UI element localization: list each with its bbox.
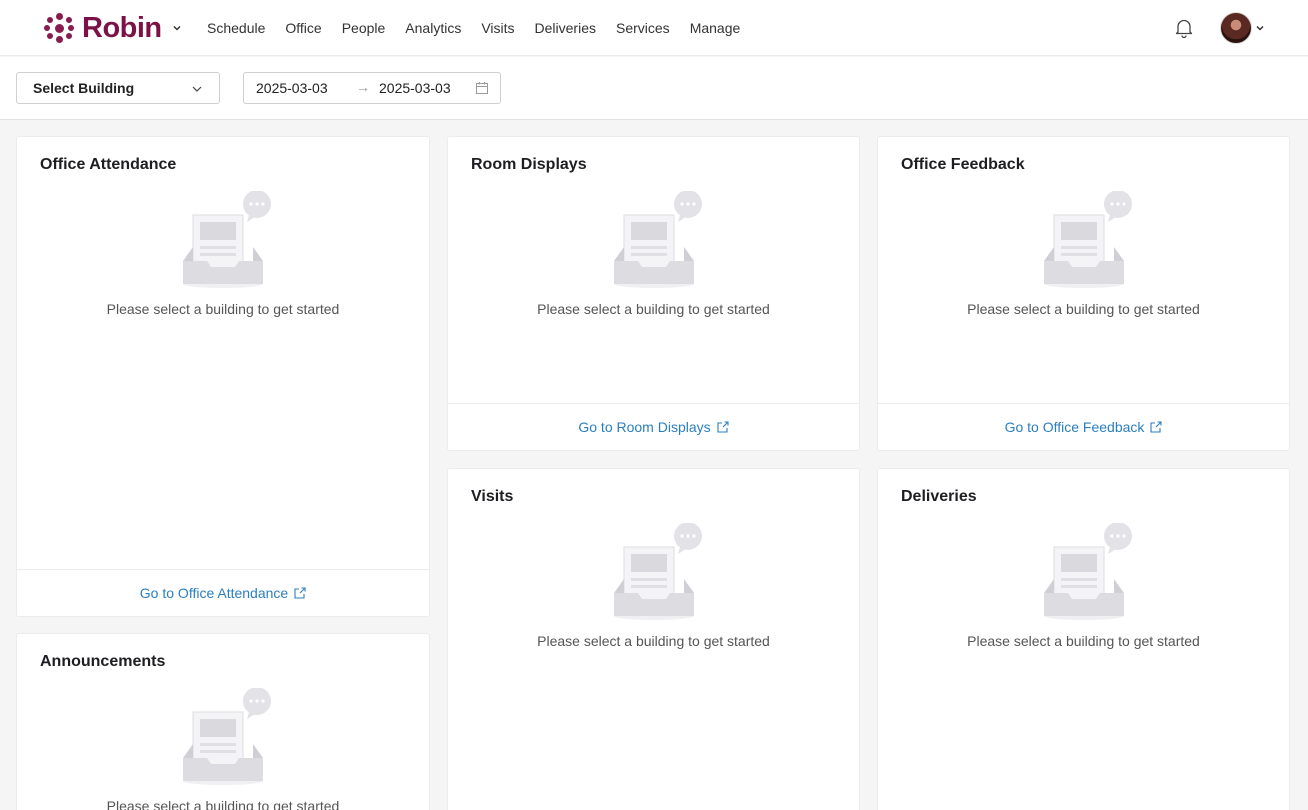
empty-state: Please select a building to get started: [878, 523, 1289, 649]
external-link-icon: [717, 420, 729, 433]
notification-bell-icon[interactable]: [1173, 17, 1195, 39]
empty-message: Please select a building to get started: [537, 301, 770, 317]
card-title: Office Attendance: [40, 156, 177, 173]
empty-inbox-icon: [1043, 191, 1132, 288]
date-start[interactable]: 2025-03-03: [256, 80, 328, 96]
date-range-arrow: →: [356, 79, 370, 95]
empty-inbox-icon: [1043, 523, 1132, 620]
go-to-office-attendance-link[interactable]: Go to Office Attendance: [17, 569, 429, 616]
brand-name: Robin: [82, 12, 162, 44]
empty-message: Please select a building to get started: [967, 301, 1200, 317]
card-title: Deliveries: [901, 488, 977, 505]
empty-message: Please select a building to get started: [537, 633, 770, 649]
calendar-icon[interactable]: [475, 81, 489, 95]
nav-visits[interactable]: Visits: [481, 20, 514, 36]
chevron-down-icon[interactable]: [1255, 23, 1265, 33]
nav-schedule[interactable]: Schedule: [207, 20, 265, 36]
building-select-label: Select Building: [33, 80, 135, 96]
nav-manage[interactable]: Manage: [690, 20, 741, 36]
footer-link-label: Go to Office Attendance: [139, 585, 289, 601]
date-range-picker[interactable]: 2025-03-03 → 2025-03-03: [243, 72, 501, 104]
card-title: Office Feedback: [901, 156, 1025, 173]
empty-inbox-icon: [613, 191, 702, 288]
chevron-down-icon: [173, 25, 181, 31]
user-avatar[interactable]: [1220, 12, 1252, 44]
empty-message: Please select a building to get started: [967, 633, 1200, 649]
footer-link-label: Go to Office Feedback: [1004, 419, 1145, 435]
building-select[interactable]: Select Building: [16, 72, 220, 104]
filter-bar: Select Building 2025-03-03 → 2025-03-03: [0, 57, 1308, 120]
card-title: Room Displays: [471, 156, 587, 173]
external-link-icon: [1150, 420, 1162, 433]
chevron-down-icon: [192, 86, 202, 92]
empty-state: Please select a building to get started: [17, 688, 429, 810]
empty-inbox-icon: [183, 688, 271, 785]
room-displays-card: Room Displays Please select a building t…: [447, 136, 860, 451]
card-title: Visits: [471, 488, 514, 505]
top-nav: Robin Schedule Office People Analytics V…: [0, 0, 1308, 56]
go-to-office-feedback-link[interactable]: Go to Office Feedback: [878, 403, 1289, 450]
robin-logo-icon: [44, 13, 74, 43]
nav-services[interactable]: Services: [616, 20, 670, 36]
nav-office[interactable]: Office: [285, 20, 321, 36]
office-feedback-card: Office Feedback Please select a building…: [877, 136, 1290, 451]
office-attendance-card: Office Attendance Please select a buildi…: [16, 136, 430, 617]
main-nav: Schedule Office People Analytics Visits …: [207, 0, 760, 56]
robin-logo[interactable]: Robin: [44, 13, 182, 43]
empty-state: Please select a building to get started: [878, 191, 1289, 317]
empty-state: Please select a building to get started: [448, 523, 859, 649]
date-end[interactable]: 2025-03-03: [379, 80, 451, 96]
announcements-card: Announcements Please select a building t…: [16, 633, 430, 810]
empty-state: Please select a building to get started: [17, 191, 429, 317]
card-title: Announcements: [40, 653, 166, 670]
footer-link-label: Go to Room Displays: [578, 419, 711, 435]
nav-people[interactable]: People: [342, 20, 386, 36]
external-link-icon: [294, 586, 306, 599]
empty-inbox-icon: [613, 523, 702, 620]
nav-analytics[interactable]: Analytics: [405, 20, 461, 36]
deliveries-card: Deliveries Please select a building to g…: [877, 468, 1290, 810]
empty-state: Please select a building to get started: [448, 191, 859, 317]
empty-inbox-icon: [183, 191, 271, 288]
empty-message: Please select a building to get started: [106, 301, 340, 317]
empty-message: Please select a building to get started: [106, 798, 340, 810]
visits-card: Visits Please select a building to get s…: [447, 468, 860, 810]
nav-deliveries[interactable]: Deliveries: [535, 20, 596, 36]
go-to-room-displays-link[interactable]: Go to Room Displays: [448, 403, 859, 450]
